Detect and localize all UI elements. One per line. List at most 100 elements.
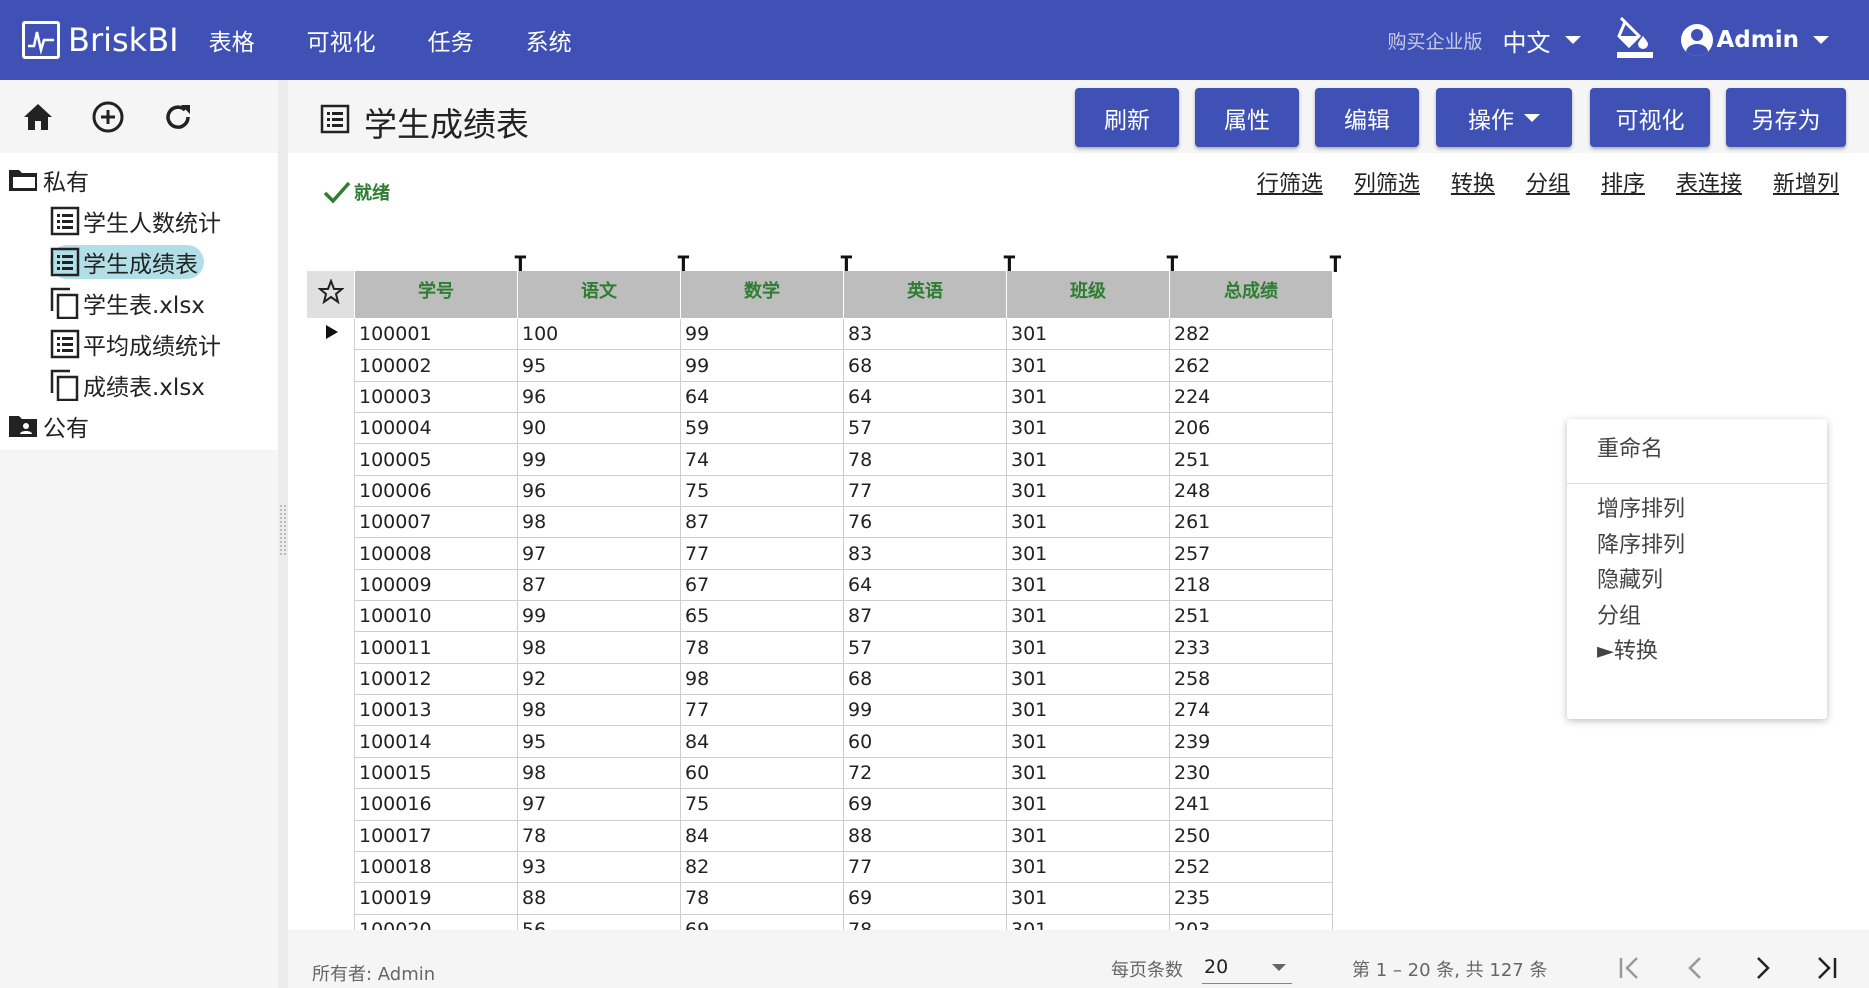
table-cell[interactable]: 301 — [1006, 537, 1170, 570]
folder-public[interactable]: 公有 — [0, 405, 278, 446]
table-cell[interactable]: 252 — [1169, 850, 1333, 884]
table-row[interactable]: 100002 95 99 68 301 262 — [307, 349, 1333, 382]
table-cell[interactable]: 301 — [1006, 474, 1170, 508]
table-row[interactable]: 100001 100 99 83 301 282 — [307, 317, 1333, 351]
table-cell[interactable]: 64 — [680, 380, 844, 414]
table-cell[interactable]: 98 — [517, 756, 681, 790]
table-cell[interactable]: 301 — [1006, 317, 1170, 351]
table-cell[interactable]: 261 — [1169, 506, 1333, 539]
column-header[interactable]: 学号 T — [354, 255, 527, 319]
op-column-filter[interactable]: 列筛选 — [1354, 166, 1420, 198]
table-cell[interactable]: 241 — [1169, 788, 1333, 821]
table-cell[interactable]: 100019 — [354, 882, 518, 915]
table-cell[interactable]: 274 — [1169, 694, 1333, 727]
table-row[interactable]: 100007 98 87 76 301 261 — [307, 506, 1333, 539]
column-header[interactable]: 英语 T — [843, 255, 1016, 319]
table-cell[interactable]: 301 — [1006, 819, 1170, 852]
table-cell[interactable]: 239 — [1169, 725, 1333, 758]
table-row[interactable]: 100015 98 60 72 301 230 — [307, 756, 1333, 790]
table-cell[interactable]: 218 — [1169, 568, 1333, 602]
table-cell[interactable]: 64 — [843, 568, 1007, 602]
table-row[interactable]: 100018 93 82 77 301 252 — [307, 850, 1333, 884]
table-cell[interactable]: 301 — [1006, 850, 1170, 884]
table-cell[interactable]: 100018 — [354, 850, 518, 884]
table-cell[interactable]: 64 — [843, 380, 1007, 414]
op-row-filter[interactable]: 行筛选 — [1257, 166, 1323, 198]
table-row[interactable]: 100003 96 64 64 301 224 — [307, 380, 1333, 414]
table-row[interactable]: 100014 95 84 60 301 239 — [307, 725, 1333, 758]
table-cell[interactable]: 75 — [680, 788, 844, 821]
table-cell[interactable]: 100008 — [354, 537, 518, 570]
table-cell[interactable]: 98 — [517, 631, 681, 664]
table-cell[interactable]: 301 — [1006, 600, 1170, 633]
table-cell[interactable]: 251 — [1169, 600, 1333, 633]
table-cell[interactable]: 77 — [680, 537, 844, 570]
table-cell[interactable]: 87 — [680, 506, 844, 539]
table-cell[interactable]: 69 — [843, 882, 1007, 915]
menu-transform[interactable]: ►转换 — [1597, 633, 1658, 665]
tree-item-avg-scores[interactable]: 平均成绩统计 — [0, 323, 278, 364]
table-cell[interactable]: 72 — [843, 756, 1007, 790]
op-sort[interactable]: 排序 — [1601, 166, 1645, 198]
table-cell[interactable]: 301 — [1006, 568, 1170, 602]
actions-button[interactable]: 操作 — [1436, 88, 1572, 147]
language-select[interactable]: 中文 — [1503, 23, 1581, 58]
op-add-column[interactable]: 新增列 — [1773, 166, 1839, 198]
menu-sort-asc[interactable]: 增序排列 — [1597, 491, 1685, 523]
table-cell[interactable]: 301 — [1006, 662, 1170, 696]
table-cell[interactable]: 97 — [517, 788, 681, 821]
op-group[interactable]: 分组 — [1526, 166, 1570, 198]
tree-item-student-scores[interactable]: 学生成绩表 — [0, 241, 278, 282]
table-cell[interactable]: 301 — [1006, 349, 1170, 382]
table-cell[interactable]: 96 — [517, 474, 681, 508]
table-cell[interactable]: 100016 — [354, 788, 518, 821]
refresh-button[interactable]: 刷新 — [1075, 88, 1179, 147]
table-cell[interactable]: 97 — [517, 537, 681, 570]
home-icon[interactable] — [18, 97, 58, 137]
table-cell[interactable]: 74 — [680, 443, 844, 476]
table-cell[interactable]: 301 — [1006, 725, 1170, 758]
table-cell[interactable]: 60 — [843, 725, 1007, 758]
table-cell[interactable]: 84 — [680, 725, 844, 758]
column-header[interactable]: 语文 T — [517, 255, 690, 319]
table-cell[interactable]: 83 — [843, 537, 1007, 570]
table-cell[interactable]: 59 — [680, 412, 844, 445]
table-cell[interactable]: 98 — [517, 506, 681, 539]
table-cell[interactable]: 99 — [843, 694, 1007, 727]
table-cell[interactable]: 100007 — [354, 506, 518, 539]
table-cell[interactable]: 282 — [1169, 317, 1333, 351]
table-cell[interactable]: 83 — [843, 317, 1007, 351]
table-cell[interactable]: 235 — [1169, 882, 1333, 915]
table-cell[interactable]: 301 — [1006, 412, 1170, 445]
table-cell[interactable]: 206 — [1169, 412, 1333, 445]
table-cell[interactable]: 78 — [680, 631, 844, 664]
table-cell[interactable]: 75 — [680, 474, 844, 508]
table-row[interactable]: 100008 97 77 83 301 257 — [307, 537, 1333, 570]
save-as-button[interactable]: 另存为 — [1726, 88, 1846, 147]
table-cell[interactable]: 233 — [1169, 631, 1333, 664]
table-cell[interactable]: 100014 — [354, 725, 518, 758]
table-cell[interactable]: 88 — [843, 819, 1007, 852]
table-cell[interactable]: 99 — [680, 317, 844, 351]
table-cell[interactable]: 258 — [1169, 662, 1333, 696]
table-cell[interactable]: 93 — [517, 850, 681, 884]
visualize-button[interactable]: 可视化 — [1590, 88, 1710, 147]
table-row[interactable]: 100017 78 84 88 301 250 — [307, 819, 1333, 852]
column-header[interactable]: 数学 T — [680, 255, 853, 319]
table-cell[interactable]: 250 — [1169, 819, 1333, 852]
table-cell[interactable]: 301 — [1006, 631, 1170, 664]
table-cell[interactable]: 100009 — [354, 568, 518, 602]
theme-paint-icon[interactable] — [1615, 16, 1655, 64]
table-cell[interactable]: 76 — [843, 506, 1007, 539]
favorite-star-icon[interactable] — [306, 270, 355, 319]
table-cell[interactable]: 69 — [843, 788, 1007, 821]
table-cell[interactable]: 95 — [517, 725, 681, 758]
table-row[interactable]: 100010 99 65 87 301 251 — [307, 600, 1333, 633]
table-cell[interactable]: 100010 — [354, 600, 518, 633]
table-cell[interactable]: 100002 — [354, 349, 518, 382]
menu-rename[interactable]: 重命名 — [1597, 431, 1663, 463]
table-cell[interactable]: 100006 — [354, 474, 518, 508]
table-row[interactable]: 100012 92 98 68 301 258 — [307, 662, 1333, 696]
table-cell[interactable]: 98 — [517, 694, 681, 727]
table-cell[interactable]: 301 — [1006, 443, 1170, 476]
